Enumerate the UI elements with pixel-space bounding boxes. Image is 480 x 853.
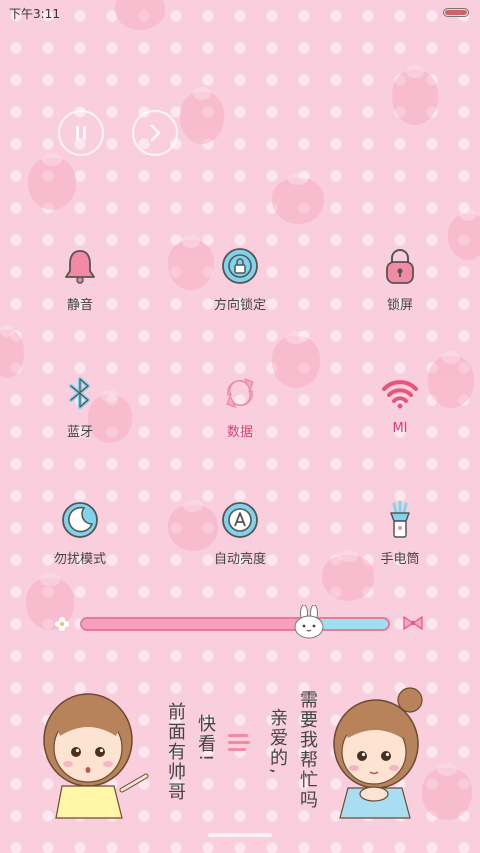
- banner-text-left: 前面有帅哥: [165, 702, 186, 802]
- toggle-label: 勿扰模式: [53, 552, 106, 567]
- toggle-rotation-lock[interactable]: 方向锁定: [180, 246, 300, 313]
- toggle-label: 锁屏: [386, 298, 413, 313]
- toggle-flashlight[interactable]: 手电筒: [340, 500, 460, 567]
- toggle-label: MI: [392, 421, 408, 436]
- toggle-label: 方向锁定: [213, 298, 266, 313]
- strawberry-decoration: [0, 325, 24, 378]
- bell-icon: [65, 250, 95, 284]
- home-indicator: [208, 833, 272, 837]
- pause-icon: [76, 126, 86, 140]
- brightness-slider[interactable]: [52, 605, 428, 647]
- data-sync-icon: [226, 377, 254, 409]
- bluetooth-icon: [69, 377, 90, 409]
- bow-icon: [403, 615, 423, 631]
- toggle-bluetooth[interactable]: 蓝牙: [20, 373, 140, 440]
- toggle-label: 蓝牙: [66, 425, 93, 440]
- equals-marks-icon: [228, 734, 250, 751]
- lock-icon: [386, 249, 414, 284]
- toggle-label: 数据: [226, 425, 253, 440]
- cartoon-banner: 前面有帅哥 快看! 亲爱的, 需要我帮忙吗: [0, 676, 480, 826]
- girl-illustration-right: [333, 687, 423, 819]
- strawberry-decoration: [28, 152, 76, 210]
- toggle-label: 自动亮度: [213, 552, 266, 567]
- moon-icon: [62, 502, 98, 538]
- toggle-wifi[interactable]: MI: [340, 373, 460, 436]
- banner-exclaim: 快看!: [195, 714, 216, 764]
- banner-text-right-2: 亲爱的,: [267, 708, 288, 776]
- toggle-label: 手电筒: [380, 552, 420, 567]
- strawberry-decoration: [180, 86, 224, 144]
- strawberry-decoration: [392, 64, 438, 125]
- brightness-fill: [82, 619, 309, 629]
- toggle-auto-brightness[interactable]: 自动亮度: [180, 500, 300, 567]
- girl-illustration-left: [43, 693, 149, 819]
- wifi-icon: [382, 380, 418, 409]
- rotation-lock-icon: [222, 248, 258, 284]
- battery-icon: [443, 8, 469, 17]
- flashlight-icon: [390, 500, 410, 538]
- toggle-mobile-data[interactable]: 数据: [180, 373, 300, 440]
- chevron-right-icon: [150, 124, 161, 142]
- flower-icon: [55, 617, 69, 631]
- pause-button[interactable]: [58, 110, 104, 156]
- status-bar: 下午3:11: [0, 0, 480, 26]
- toggle-mute[interactable]: 静音: [20, 246, 140, 313]
- toggle-lock-screen[interactable]: 锁屏: [340, 246, 460, 313]
- bunny-slider-thumb[interactable]: [293, 605, 325, 639]
- banner-text-right: 需要我帮忙吗: [297, 690, 318, 810]
- strawberry-decoration: [272, 173, 324, 224]
- status-time: 下午3:11: [9, 7, 60, 21]
- toggle-label: 静音: [66, 298, 93, 313]
- battery-level-fill: [445, 10, 467, 15]
- auto-brightness-icon: [222, 502, 258, 538]
- next-button[interactable]: [132, 110, 178, 156]
- toggle-do-not-disturb[interactable]: 勿扰模式: [20, 500, 140, 567]
- brightness-track[interactable]: [80, 617, 390, 631]
